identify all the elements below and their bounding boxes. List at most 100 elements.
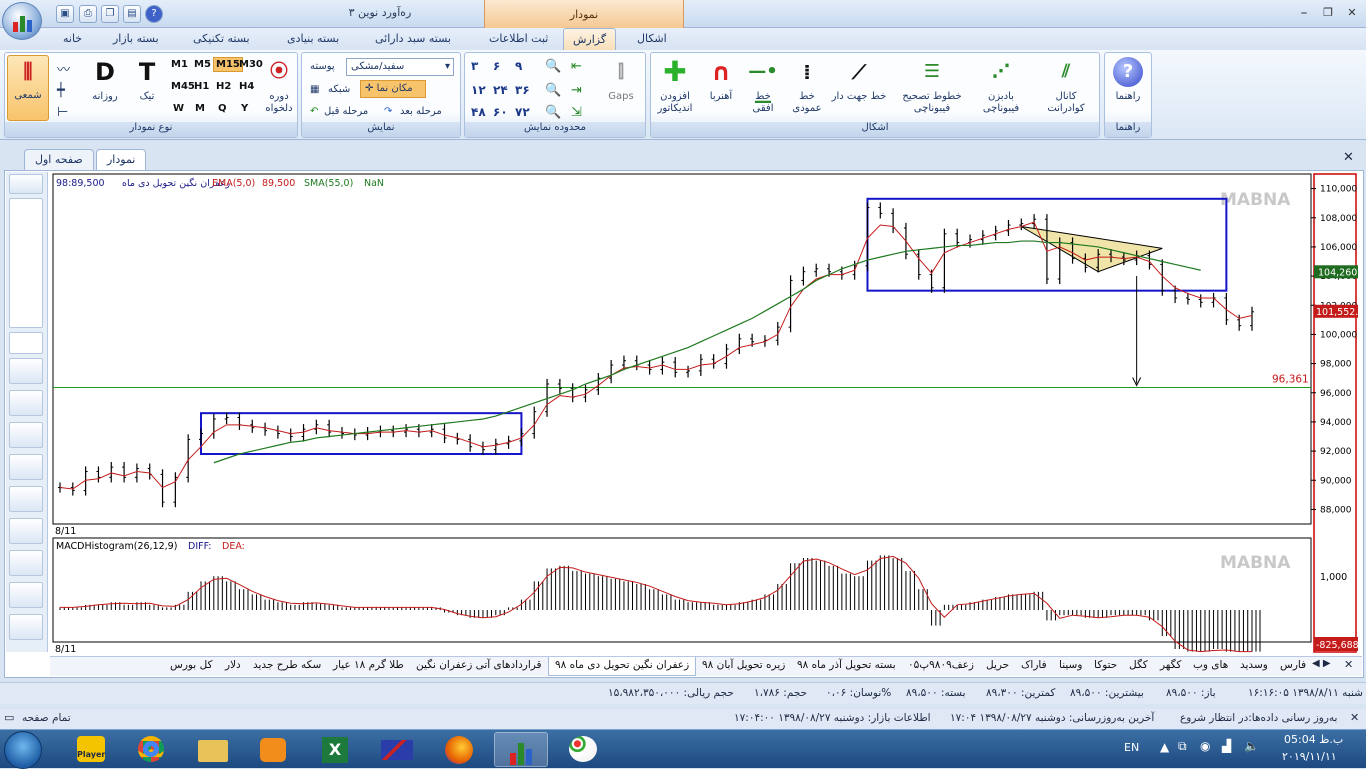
magnet-button[interactable]: ∩ آهنربا (699, 57, 743, 103)
tool-fib-icon[interactable] (9, 454, 43, 480)
background-select[interactable]: سفید/مشکی ▾ (346, 58, 454, 76)
tool-text-icon[interactable] (9, 518, 43, 544)
tool-cursor-icon[interactable] (9, 358, 43, 384)
pin-icon[interactable] (9, 174, 43, 194)
image-icon[interactable]: ▤ (123, 5, 141, 23)
cursor-button[interactable]: ✛ مکان نما (360, 80, 426, 98)
quadrant-channel-button[interactable]: ⫽ کانال کوادرانت (1037, 57, 1095, 115)
tab-data-entry[interactable]: ثبت اطلاعات (480, 28, 557, 50)
tf-y[interactable]: Y (241, 103, 248, 114)
signal-icon[interactable]: ▟ (1222, 739, 1231, 753)
maximize-button[interactable]: ❐ (1320, 6, 1336, 20)
tab-portfolio[interactable]: بسته سبد دارائی (366, 28, 460, 50)
redo-icon[interactable]: ↷ (384, 106, 392, 117)
tool-arrow-icon[interactable] (9, 614, 43, 640)
bar-chart-icon[interactable]: ┿ (57, 83, 65, 98)
status-close-icon[interactable]: ✕ (1350, 711, 1359, 724)
horizontal-line-button[interactable]: —•— خط افقی (741, 57, 785, 115)
symbol-tab[interactable]: قراردادهای آتی زعفران نگین (410, 657, 548, 676)
tab-technical[interactable]: بسته تکنیکی (184, 28, 259, 50)
zoom-in-icon[interactable]: 🔍 (545, 59, 561, 74)
zoom-box[interactable] (9, 332, 43, 354)
tab-home[interactable]: خانه (54, 28, 91, 50)
save-icon[interactable]: ▣ (56, 5, 74, 23)
scroll-right-icon[interactable]: ⇥ (571, 83, 582, 98)
range-3[interactable]: ۳ (471, 59, 478, 73)
taskbar-chart[interactable] (370, 732, 424, 767)
symbol-tab[interactable]: فارس (1274, 657, 1312, 676)
range-36[interactable]: ۳۶ (515, 83, 530, 97)
tab-market[interactable]: بسته بازار (104, 28, 168, 50)
close-doc-icon[interactable]: ✕ (1343, 150, 1354, 165)
symbol-tab[interactable]: بسته تحویل آذر ماه ۹۸ (791, 657, 902, 676)
line-chart-icon[interactable]: 〰 (57, 59, 70, 78)
ohlc-chart-icon[interactable]: ⊢ (57, 105, 68, 120)
tool-shape-icon[interactable] (9, 486, 43, 512)
tool-line-icon[interactable] (9, 390, 43, 416)
next-step-button[interactable]: مرحله بعد (400, 106, 442, 117)
tool-heart-icon[interactable] (9, 582, 43, 608)
tool-channel-icon[interactable] (9, 422, 43, 448)
symbol-tab[interactable]: دلار (219, 657, 247, 676)
gaps-button[interactable]: ⫿ Gaps (599, 57, 643, 103)
symbol-tab[interactable]: حتوکا (1088, 657, 1123, 676)
tf-h1[interactable]: H1 (194, 81, 209, 92)
zoom-out-icon[interactable]: 🔍 (545, 83, 561, 98)
symbol-tab[interactable]: طلا گرم ۱۸ عیار (327, 657, 410, 676)
tab-shapes[interactable]: اشکال (628, 28, 676, 50)
undo-icon[interactable]: ↶ (310, 106, 318, 117)
tf-m5[interactable]: M5 (194, 59, 211, 70)
fibonacci-retracement-button[interactable]: ☰ خطوط تصحیح فیبوناچی (897, 57, 967, 115)
taskbar-player[interactable]: Player (64, 732, 118, 767)
daily-button[interactable]: D روزانه (83, 57, 127, 103)
minimize-button[interactable]: ⎯ (1296, 6, 1312, 20)
security-icon[interactable]: ◉ (1200, 739, 1210, 753)
add-indicator-button[interactable]: ✚ افزودن اندیکاتور (653, 57, 697, 115)
app-menu-button[interactable] (2, 2, 42, 40)
clock-date[interactable]: ۲۰۱۹/۱۱/۱۱ (1282, 750, 1337, 763)
scroll-end-icon[interactable]: ⇲ (571, 105, 582, 120)
symbol-tab[interactable]: زعفران نگین تحویل دی ماه ۹۸ (548, 657, 697, 676)
close-button[interactable]: ✕ (1344, 6, 1360, 20)
symbol-tab[interactable]: وسدید (1234, 657, 1274, 676)
symbol-tab[interactable]: کل بورس (164, 657, 219, 676)
range-9[interactable]: ۹ (515, 59, 522, 73)
vertical-line-button[interactable]: ⁞ خط عمودی (785, 57, 829, 115)
tf-m1[interactable]: M1 (171, 59, 188, 70)
candle-button[interactable]: ⫼ شمعی (7, 55, 49, 121)
symbol-tab[interactable]: کگل (1123, 657, 1154, 676)
taskbar-excel[interactable]: X (308, 732, 362, 767)
fibonacci-fan-button[interactable]: ⋰ بادبزن فیبوناچی (971, 57, 1031, 115)
tool-f-icon[interactable] (9, 550, 43, 576)
volume-icon[interactable]: 🔈 (1244, 739, 1259, 753)
tick-button[interactable]: T تیک (125, 57, 169, 103)
grid-button[interactable]: شبکه (328, 84, 350, 95)
print-icon[interactable]: ⎙ (79, 5, 97, 23)
fullscreen-icon[interactable]: ▭ (4, 711, 14, 724)
language-indicator[interactable]: EN (1124, 741, 1139, 754)
symbol-tab[interactable]: کگهر (1154, 657, 1187, 676)
doc-tab-home[interactable]: صفحه اول (24, 149, 94, 170)
tray-expand-icon[interactable]: ▲ (1160, 740, 1169, 754)
tf-q[interactable]: Q (218, 103, 227, 114)
tf-m45[interactable]: M45 (171, 81, 195, 92)
close-symbol-icon[interactable]: ✕ (1344, 658, 1353, 671)
symbol-tab[interactable]: زیره تحویل آبان ۹۸ (696, 657, 791, 676)
taskbar-firefox[interactable] (432, 732, 486, 767)
help-button[interactable]: ? راهنما (1106, 57, 1150, 103)
arrow-line-button[interactable]: ⟋ خط جهت دار (831, 57, 887, 103)
start-button[interactable] (4, 731, 42, 769)
taskbar-chrome[interactable] (124, 732, 178, 767)
scale-panel[interactable] (9, 198, 43, 328)
chart-svg[interactable]: 110,000108,000106,000104,000102,000100,0… (52, 172, 1358, 654)
tab-fundamental[interactable]: بسته بنیادی (278, 28, 348, 50)
taskbar-media[interactable] (246, 732, 300, 767)
symbol-tab[interactable]: وسینا (1053, 657, 1088, 676)
tab-scroll-left-icon[interactable]: ◀ ▶ (1312, 658, 1331, 669)
scroll-left-icon[interactable]: ⇤ (571, 59, 582, 74)
grid-icon[interactable]: ▦ (310, 84, 319, 95)
custom-period-button[interactable]: ⦿ دوره دلخواه (257, 57, 301, 115)
tf-h2[interactable]: H2 (216, 81, 231, 92)
tf-w[interactable]: W (173, 103, 184, 114)
fullscreen-label[interactable]: تمام صفحه (22, 712, 71, 724)
